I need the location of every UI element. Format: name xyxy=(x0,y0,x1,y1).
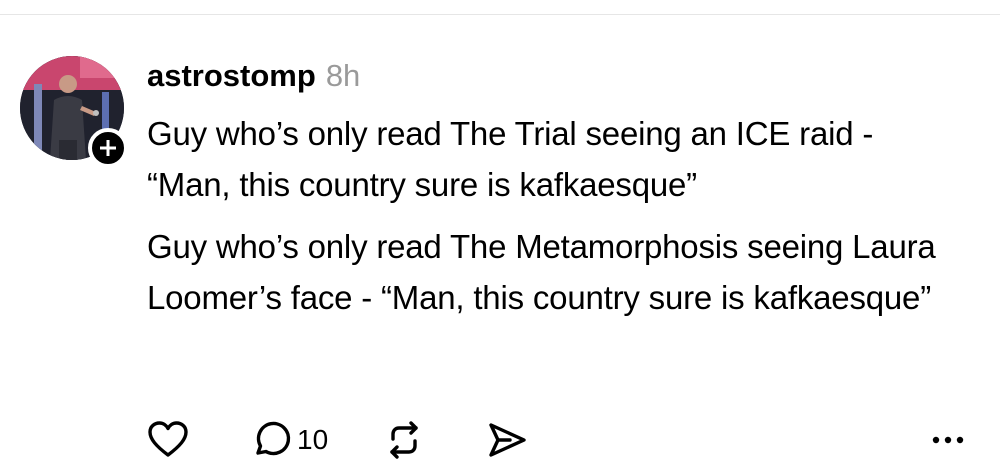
reply-button[interactable]: 10 xyxy=(251,420,328,460)
like-button[interactable] xyxy=(147,420,189,460)
share-button[interactable] xyxy=(486,420,528,460)
send-icon xyxy=(489,423,526,457)
heart-icon xyxy=(148,421,188,457)
more-options-button[interactable] xyxy=(928,428,968,452)
top-divider xyxy=(0,14,1000,15)
action-bar: 10 xyxy=(147,420,528,460)
post-timestamp: 8h xyxy=(325,58,361,93)
post-paragraph: Guy who’s only read The Metamorphosis se… xyxy=(147,228,936,316)
author-username[interactable]: astrostomp xyxy=(147,58,316,94)
reply-count: 10 xyxy=(297,424,329,455)
post-header: astrostomp 8h xyxy=(147,58,360,94)
post-body: Guy who’s only read The Trial seeing an … xyxy=(147,108,957,334)
speech-bubble-icon xyxy=(256,421,291,456)
follow-button[interactable] xyxy=(88,128,128,168)
more-horizontal-icon xyxy=(932,436,964,444)
avatar-container[interactable] xyxy=(20,56,128,168)
repost-button[interactable] xyxy=(384,420,424,460)
plus-icon xyxy=(100,140,116,156)
post-paragraph: Guy who’s only read The Trial seeing an … xyxy=(147,115,874,203)
repost-icon xyxy=(390,421,418,459)
